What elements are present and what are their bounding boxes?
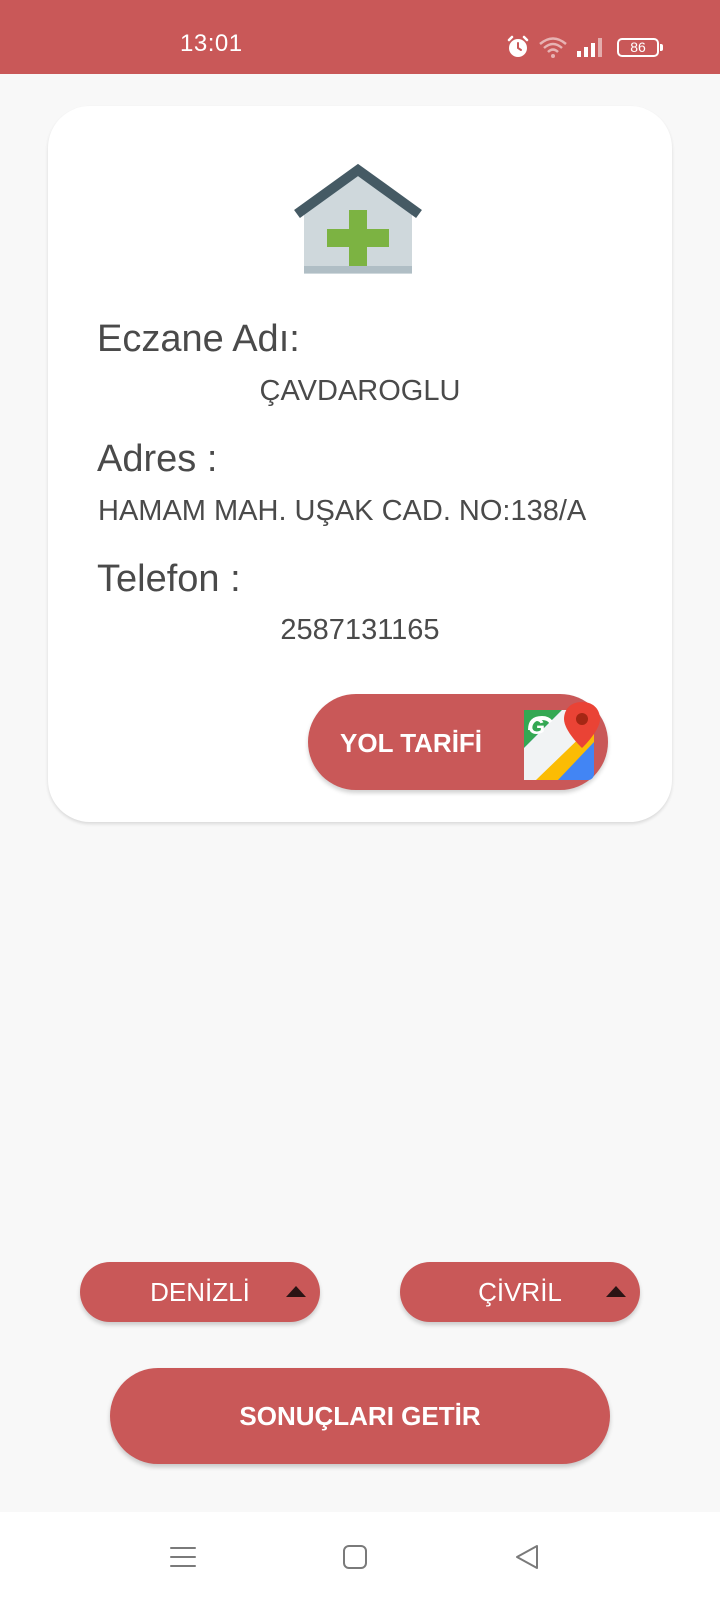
get-results-button-label: SONUÇLARI GETİR [239,1401,481,1431]
cellular-signal-icon [577,38,602,57]
back-triangle-icon[interactable] [510,1540,544,1574]
district-dropdown[interactable]: ÇİVRİL [400,1262,640,1322]
phone-value: 2587131165 [280,614,440,646]
directions-button[interactable]: YOL TARİFİ G [308,694,608,790]
status-bar: 13:01 86 [0,0,720,74]
dropdown-arrow-icon [286,1286,306,1297]
address-value: HAMAM MAH. UŞAK CAD. NO:138/A [98,495,587,527]
svg-text:G: G [528,714,545,739]
phone-label: Telefon : [97,558,241,600]
directions-button-label: YOL TARİFİ [340,728,483,758]
system-nav-bar [0,1512,720,1600]
pharmacy-name-value: ÇAVDAROGLU [259,375,461,407]
dropdown-arrow-icon [606,1286,626,1297]
google-maps-icon: G [524,702,600,780]
city-dropdown[interactable]: DENİZLİ [80,1262,320,1322]
status-icons [506,35,606,59]
pharmacy-card: Eczane Adı: ÇAVDAROGLU Adres : HAMAM MAH… [48,106,672,822]
city-dropdown-value: DENİZLİ [150,1277,250,1307]
menu-icon[interactable] [166,1540,200,1574]
status-time: 13:01 [180,30,243,57]
address-label: Adres : [97,438,218,480]
district-dropdown-value: ÇİVRİL [478,1277,562,1307]
home-square-icon[interactable] [338,1540,372,1574]
wifi-icon [539,37,567,58]
pharmacy-name-label: Eczane Adı: [97,318,300,360]
battery-icon: 86 [617,38,663,57]
get-results-button[interactable]: SONUÇLARI GETİR [110,1368,610,1464]
pharmacy-icon [294,163,422,274]
alarm-icon [507,35,529,57]
